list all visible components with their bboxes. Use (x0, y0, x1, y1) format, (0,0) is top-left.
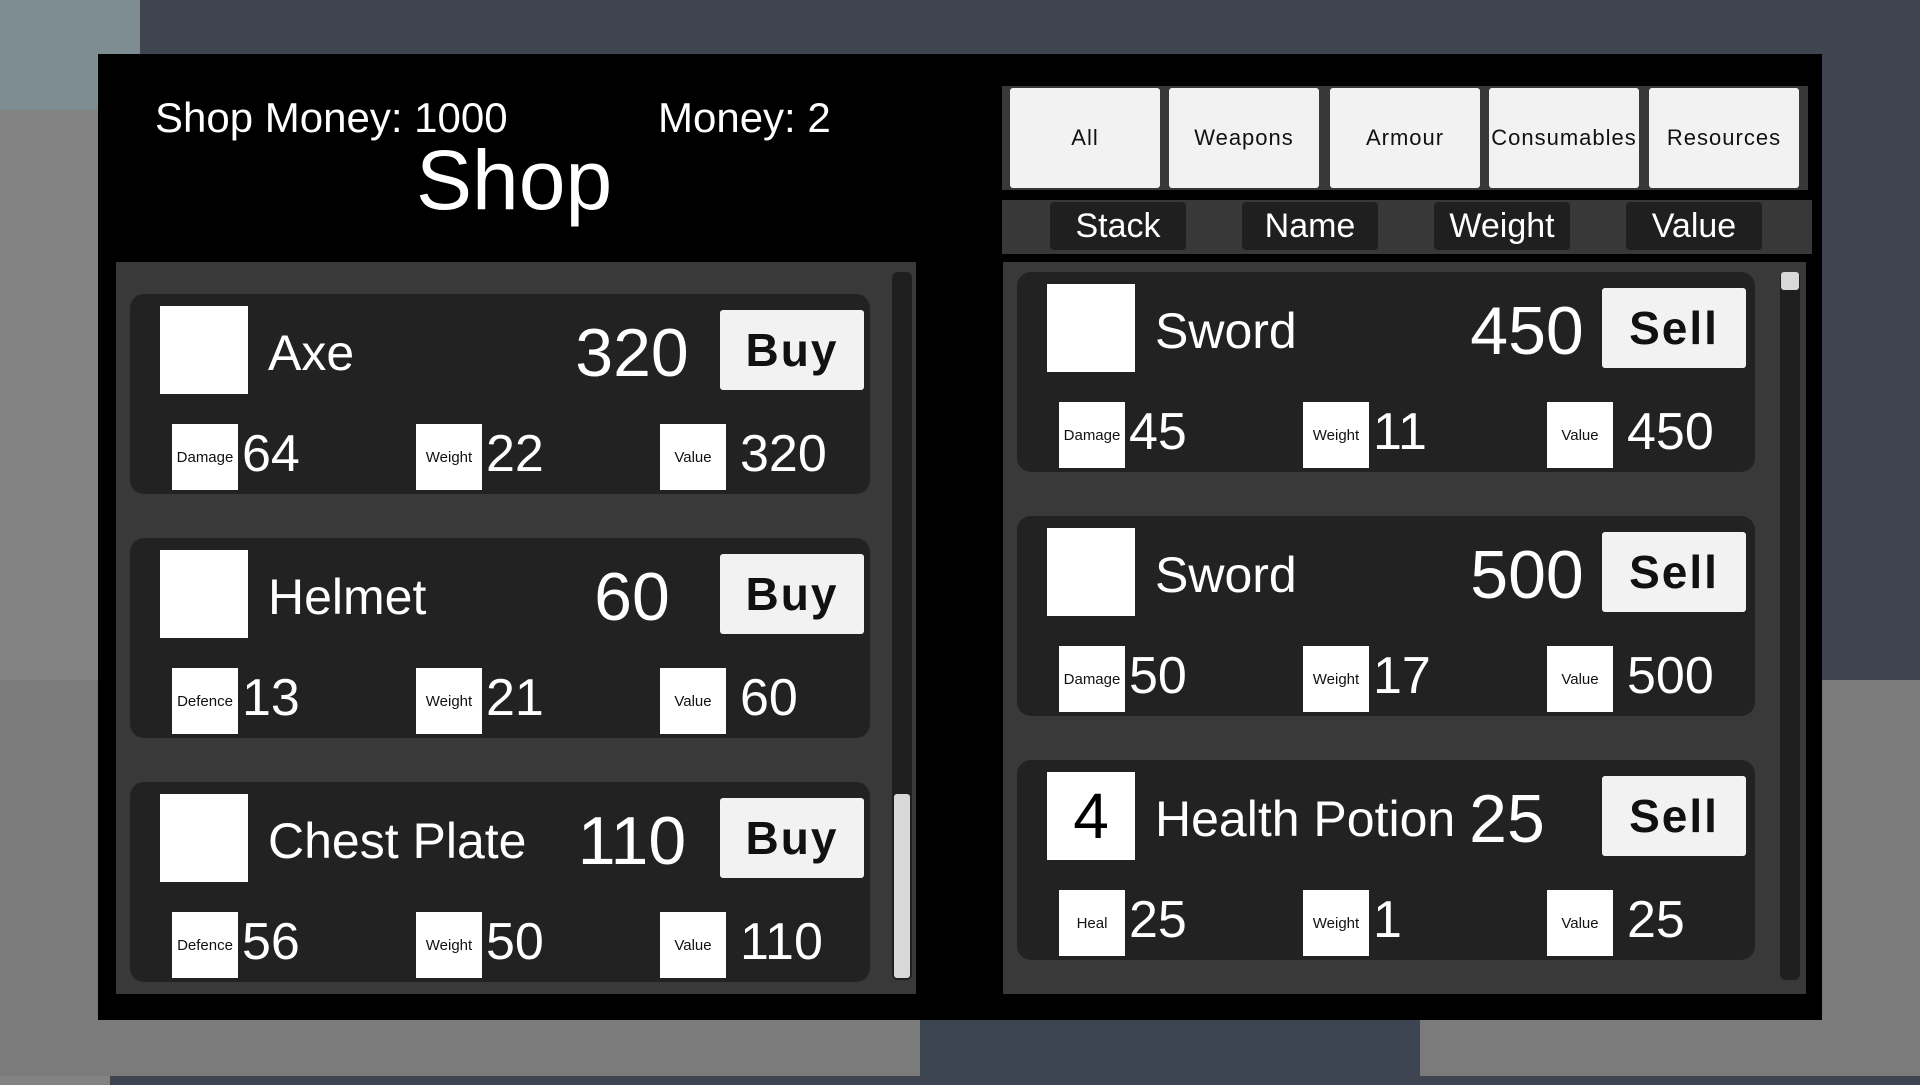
stat-label: Weight (1303, 402, 1369, 468)
player-money-label: Money: 2 (658, 94, 831, 141)
tab-all[interactable]: All (1010, 88, 1160, 188)
item-icon (1047, 528, 1135, 616)
stat-value: 56 (242, 913, 300, 971)
shop-item-list[interactable]: Axe 320 Buy Damage 64 Weight 22 Value 32… (116, 262, 916, 994)
stat-label: Defence (172, 668, 238, 734)
stack-count: 4 (1047, 772, 1135, 860)
tab-resources[interactable]: Resources (1649, 88, 1799, 188)
inventory-scrollbar-handle[interactable] (1781, 272, 1799, 290)
item-price: 25 (1469, 781, 1545, 857)
stat-label: Value (1547, 402, 1613, 468)
sort-stack-button[interactable]: Stack (1050, 202, 1186, 250)
shop-item-row: Axe 320 Buy Damage 64 Weight 22 Value 32… (130, 294, 870, 494)
stat-label: Damage (1059, 646, 1125, 712)
item-icon (160, 550, 248, 638)
item-name: Sword (1155, 303, 1297, 359)
shop-scrollbar-handle[interactable] (894, 794, 910, 978)
inventory-item-row: Sword 450 Sell Damage 45 Weight 11 Value… (1017, 272, 1755, 472)
inventory-item-list[interactable]: Sword 450 Sell Damage 45 Weight 11 Value… (1003, 262, 1806, 994)
stat-label: Weight (1303, 890, 1369, 956)
stat-label: Defence (172, 912, 238, 978)
stat-label: Weight (1303, 646, 1369, 712)
stat-label: Weight (416, 424, 482, 490)
stat-label: Weight (416, 668, 482, 734)
stat-value: 22 (486, 425, 544, 483)
stat-label: Weight (416, 912, 482, 978)
stat-value: 13 (242, 669, 300, 727)
stat-label: Value (660, 424, 726, 490)
stat-value: 450 (1627, 403, 1714, 461)
item-name: Sword (1155, 547, 1297, 603)
stat-label: Value (1547, 646, 1613, 712)
stat-value: 21 (486, 669, 544, 727)
sort-value-button[interactable]: Value (1626, 202, 1762, 250)
stat-value: 25 (1129, 891, 1187, 949)
sort-name-button[interactable]: Name (1242, 202, 1378, 250)
item-icon (160, 794, 248, 882)
tab-consumables[interactable]: Consumables (1489, 88, 1639, 188)
sort-weight-button[interactable]: Weight (1434, 202, 1570, 250)
item-icon (1047, 284, 1135, 372)
buy-button[interactable]: Buy (720, 798, 864, 878)
item-price: 110 (577, 803, 687, 879)
item-price: 320 (575, 315, 689, 391)
sell-button[interactable]: Sell (1602, 532, 1746, 612)
stat-label: Damage (1059, 402, 1125, 468)
inventory-item-row: Sword 500 Sell Damage 50 Weight 17 Value… (1017, 516, 1755, 716)
item-name: Chest Plate (268, 813, 527, 869)
page-title: Shop (416, 133, 613, 227)
stat-value: 50 (486, 913, 544, 971)
item-name: Helmet (268, 569, 427, 625)
stat-value: 60 (740, 669, 798, 727)
buy-button[interactable]: Buy (720, 310, 864, 390)
stat-value: 17 (1373, 647, 1431, 705)
stat-value: 1 (1373, 891, 1402, 949)
stat-label: Value (660, 668, 726, 734)
inventory-scrollbar-track[interactable] (1780, 272, 1800, 980)
stat-value: 11 (1373, 403, 1427, 461)
sell-button[interactable]: Sell (1602, 776, 1746, 856)
buy-button[interactable]: Buy (720, 554, 864, 634)
stat-value: 64 (242, 425, 300, 483)
sell-button[interactable]: Sell (1602, 288, 1746, 368)
stat-label: Value (1547, 890, 1613, 956)
shop-item-row: Chest Plate 110 Buy Defence 56 Weight 50… (130, 782, 870, 982)
stat-value: 320 (740, 425, 827, 483)
tab-weapons[interactable]: Weapons (1169, 88, 1319, 188)
stat-value: 25 (1627, 891, 1685, 949)
stat-label: Damage (172, 424, 238, 490)
item-name: Axe (268, 325, 355, 381)
item-price: 60 (594, 559, 670, 635)
item-icon (160, 306, 248, 394)
stat-value: 50 (1129, 647, 1187, 705)
stat-value: 45 (1129, 403, 1187, 461)
shop-item-row: Helmet 60 Buy Defence 13 Weight 21 Value… (130, 538, 870, 738)
inventory-item-row: 4 Health Potion 25 Sell Heal 25 Weight 1… (1017, 760, 1755, 960)
stat-label: Heal (1059, 890, 1125, 956)
stat-label: Value (660, 912, 726, 978)
tab-armour[interactable]: Armour (1330, 88, 1480, 188)
stat-value: 500 (1627, 647, 1714, 705)
stat-value: 110 (740, 913, 823, 971)
